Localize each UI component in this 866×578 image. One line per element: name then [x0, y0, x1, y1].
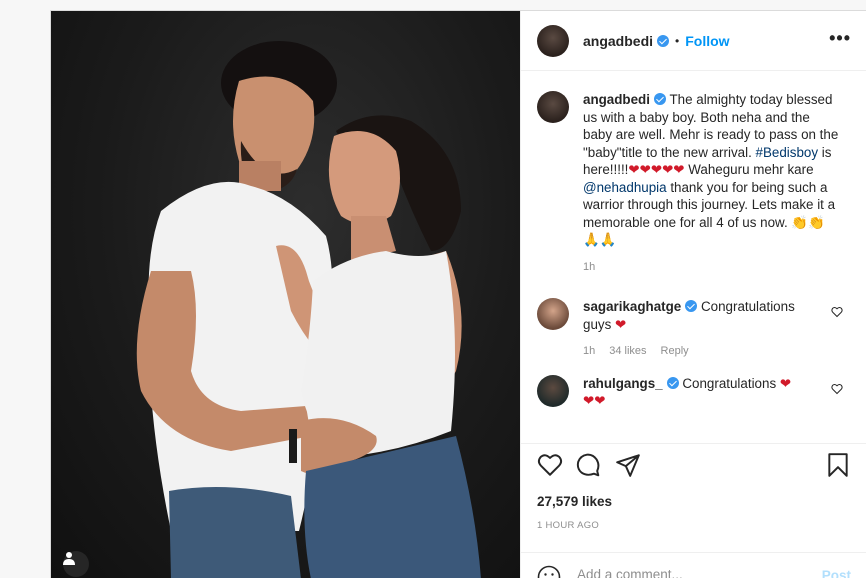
person-icon	[63, 552, 75, 565]
caption-meta: 1h	[583, 259, 841, 277]
comment-like-heart-icon[interactable]	[831, 306, 843, 318]
couple-photo-illustration	[136, 41, 481, 578]
smiley-icon[interactable]	[537, 565, 561, 578]
heart-emoji: ❤	[615, 316, 627, 332]
add-comment-input[interactable]	[577, 567, 797, 578]
likes-count[interactable]: 27,579 likes	[537, 494, 612, 509]
heart-emoji: ❤	[779, 375, 792, 391]
paper-plane-icon[interactable]	[615, 452, 641, 478]
comment-username[interactable]: sagarikaghatge	[583, 299, 681, 314]
post-timestamp[interactable]: 1 HOUR AGO	[537, 520, 599, 531]
avatar[interactable]	[537, 374, 569, 407]
avatar[interactable]	[537, 298, 569, 330]
hearts-emoji: ❤❤	[583, 393, 606, 408]
speech-bubble-icon[interactable]	[575, 452, 601, 478]
post-comment-button[interactable]: Post	[822, 568, 851, 578]
caption: angadbedi The almighty today blessed us …	[537, 91, 851, 276]
action-bar	[537, 452, 851, 482]
heart-outline-icon[interactable]	[537, 452, 563, 478]
comment-meta: 1h 34 likes Reply	[583, 343, 819, 361]
comment-like-heart-icon[interactable]	[831, 383, 843, 395]
post-actions: 27,579 likes 1 HOUR AGO Post	[521, 443, 866, 578]
bookmark-icon[interactable]	[825, 452, 851, 478]
caption-text: angadbedi The almighty today blessed us …	[583, 91, 841, 276]
hashtag-link[interactable]: #Bedisboy	[756, 145, 819, 160]
comment-text: rahulgangs_ Congratulations ❤ ❤❤	[583, 375, 819, 410]
comment-item: sagarikaghatge Congratulations guys ❤ 1h…	[537, 298, 851, 361]
post-photo[interactable]	[51, 11, 520, 578]
follow-button[interactable]: Follow	[685, 33, 729, 49]
post-author-username[interactable]: angadbedi	[583, 33, 653, 49]
comment-item: rahulgangs_ Congratulations ❤ ❤❤	[537, 374, 851, 410]
comments-list[interactable]: angadbedi The almighty today blessed us …	[521, 71, 866, 443]
comment-likes[interactable]: 34 likes	[609, 345, 646, 357]
caption-body: Waheguru mehr kare	[684, 162, 814, 177]
post-dialog: angadbedi • Follow ••• angadbedi The alm…	[50, 10, 866, 578]
avatar[interactable]	[537, 24, 569, 57]
verified-badge-icon	[666, 376, 679, 389]
comment-username[interactable]: rahulgangs_	[583, 376, 663, 391]
more-options-button[interactable]: •••	[829, 29, 851, 47]
hearts-emoji: ❤❤❤❤❤	[628, 162, 685, 177]
mention-link[interactable]: @nehadhupia	[583, 180, 667, 195]
comment-text: sagarikaghatge Congratulations guys ❤ 1h…	[583, 298, 819, 361]
pray-emoji: 🙏🙏	[583, 232, 617, 247]
comment-time[interactable]: 1h	[583, 345, 595, 357]
comment-body: Congratulations	[678, 375, 780, 391]
caption-time[interactable]: 1h	[583, 261, 595, 273]
clap-emoji: 👏👏	[791, 214, 825, 230]
verified-badge-icon	[657, 34, 670, 47]
add-comment-bar: Post	[521, 552, 866, 578]
reply-button[interactable]: Reply	[661, 345, 689, 357]
caption-username[interactable]: angadbedi	[583, 92, 650, 107]
post-side-panel: angadbedi • Follow ••• angadbedi The alm…	[520, 11, 866, 578]
verified-badge-icon	[685, 300, 698, 312]
separator-dot: •	[675, 33, 680, 48]
user-tag-button[interactable]	[63, 551, 89, 577]
avatar[interactable]	[537, 91, 569, 123]
verified-badge-icon	[653, 93, 666, 105]
post-header: angadbedi • Follow •••	[521, 11, 866, 71]
